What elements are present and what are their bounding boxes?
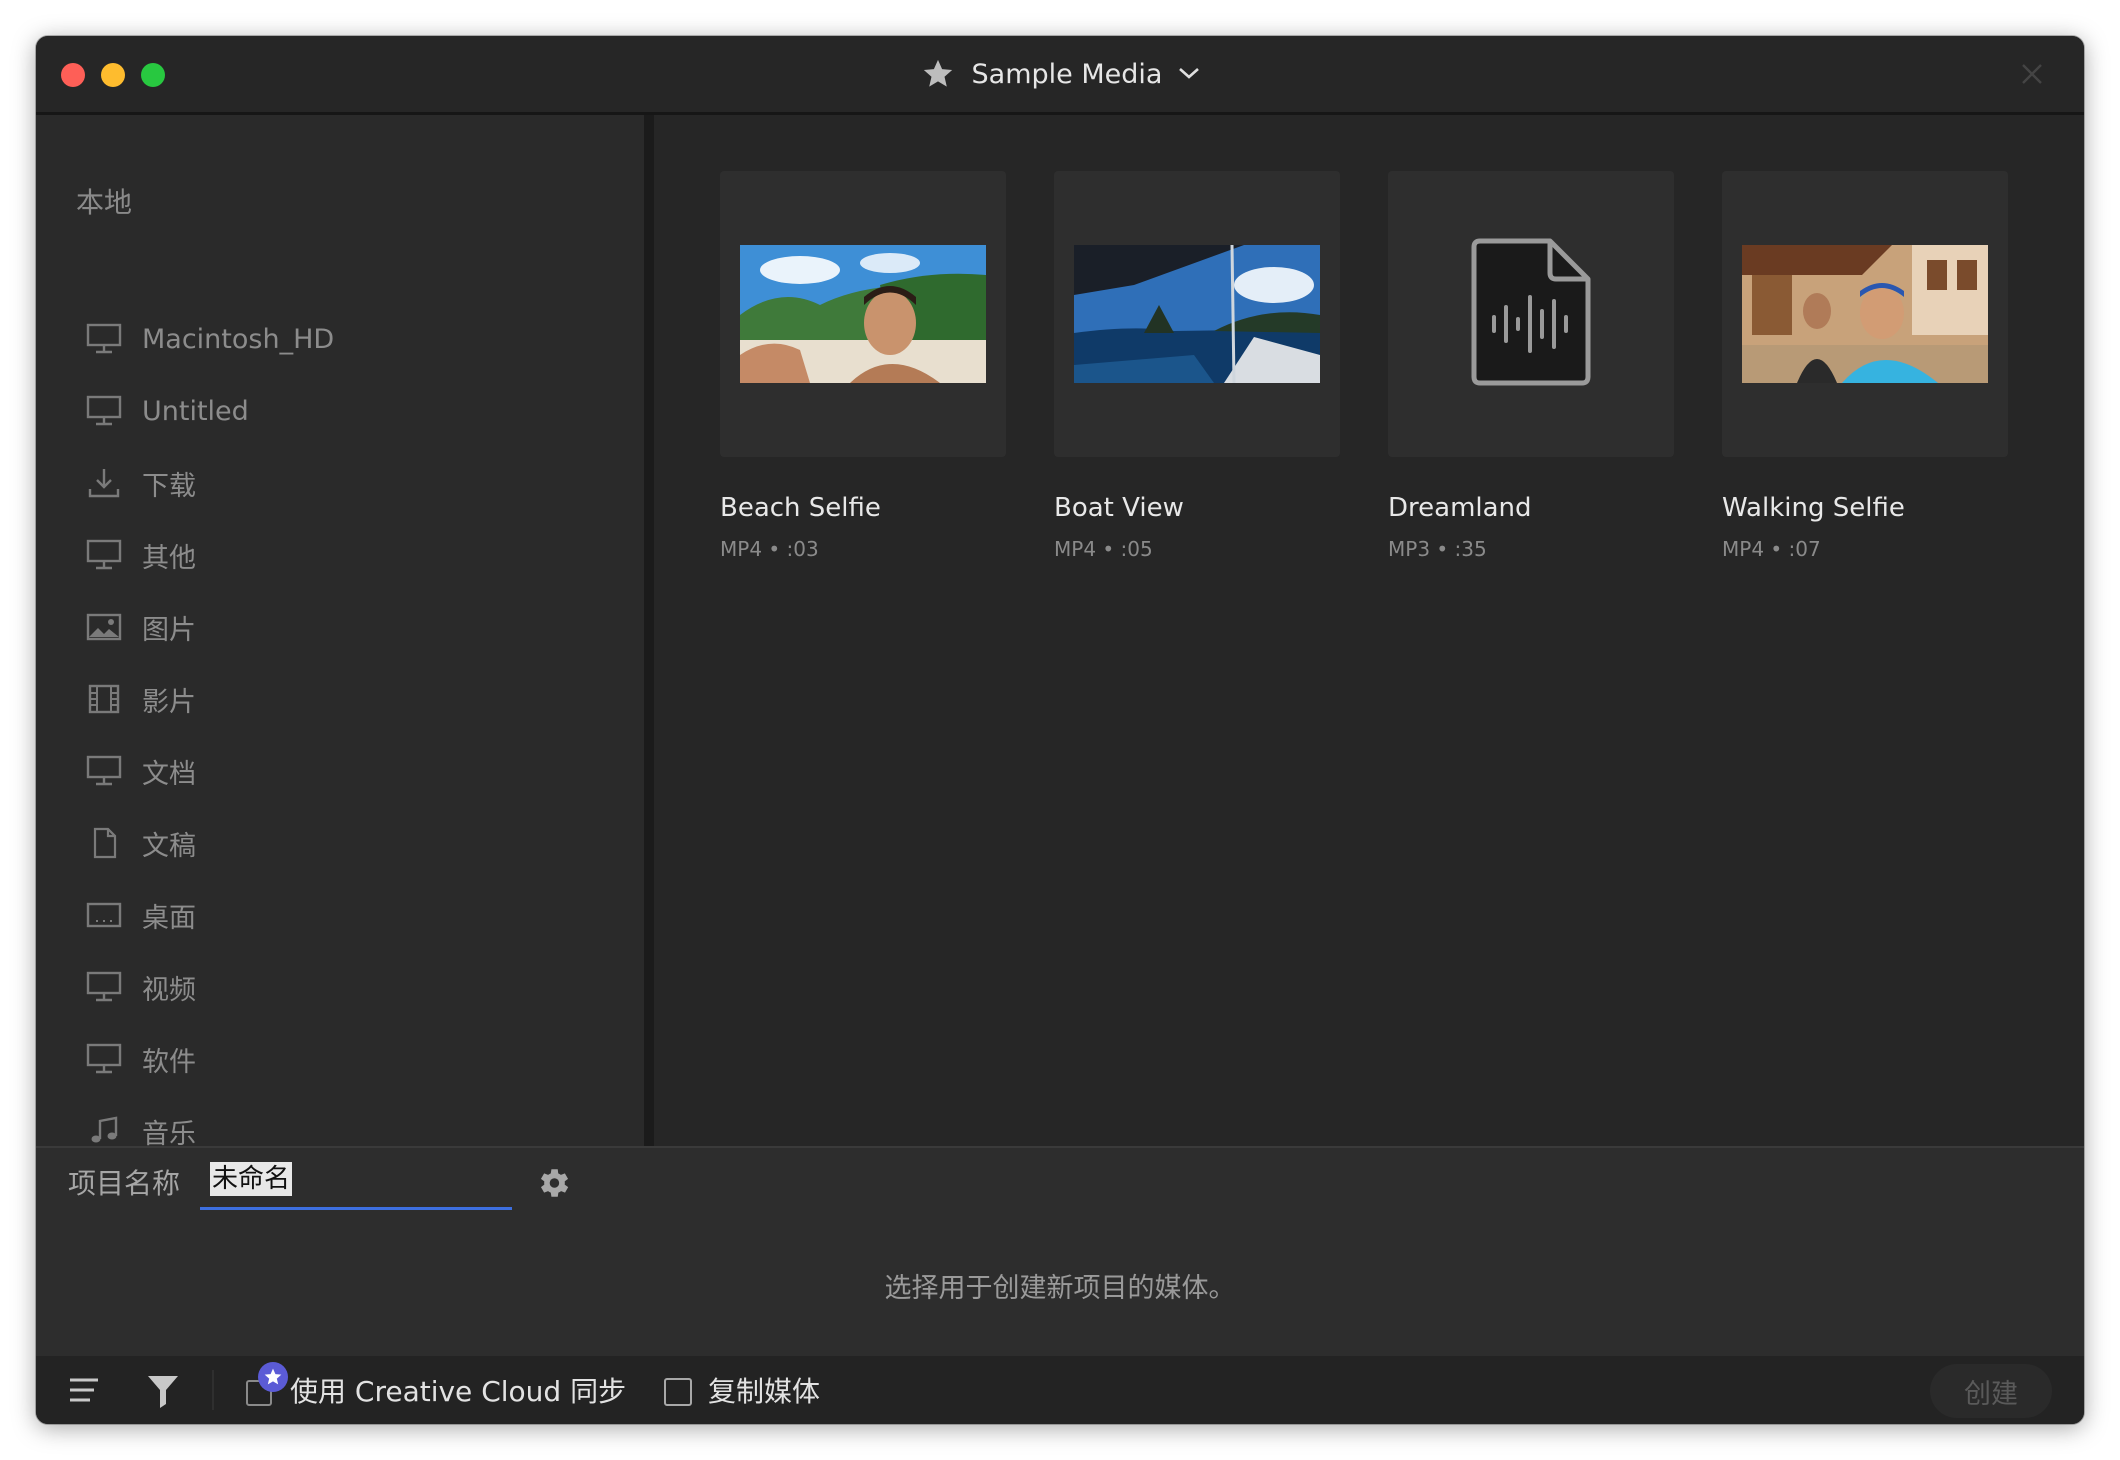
sidebar-item-label: 文档 xyxy=(142,758,196,790)
toolbar-divider xyxy=(212,1370,214,1410)
monitor-icon xyxy=(84,537,124,573)
sidebar-item-untitled[interactable]: Untitled xyxy=(36,375,644,447)
title-dropdown[interactable]: Sample Media xyxy=(36,36,2084,112)
media-title: Walking Selfie xyxy=(1722,493,1905,523)
monitor-icon xyxy=(84,393,124,429)
media-card-dreamland[interactable]: Dreamland MP3 • :35 xyxy=(1388,171,1674,561)
media-meta: MP3 • :35 xyxy=(1388,537,1487,561)
list-view-icon[interactable] xyxy=(68,1370,100,1414)
sidebar-item-label: 下载 xyxy=(142,470,196,502)
gear-icon[interactable] xyxy=(534,1164,572,1206)
media-title: Dreamland xyxy=(1388,493,1532,523)
chevron-down-icon[interactable] xyxy=(1178,65,1200,84)
sidebar-item-other[interactable]: 其他 xyxy=(36,519,644,591)
media-title: Boat View xyxy=(1054,493,1184,523)
sidebar-item-label: 软件 xyxy=(142,1046,196,1078)
document-icon xyxy=(84,825,124,861)
sidebar-item-label: Untitled xyxy=(142,395,249,427)
sidebar-item-label: 图片 xyxy=(142,614,196,646)
sidebar-item-videos[interactable]: 视频 xyxy=(36,951,644,1023)
media-title: Beach Selfie xyxy=(720,493,881,523)
sidebar-item-drafts[interactable]: 文稿 xyxy=(36,807,644,879)
sidebar-item-label: 文稿 xyxy=(142,830,196,862)
sidebar-item-software[interactable]: 软件 xyxy=(36,1023,644,1095)
cc-sync-label[interactable]: 使用 Creative Cloud 同步 xyxy=(290,1370,626,1410)
title-bar: Sample Media xyxy=(36,36,2084,115)
sidebar-item-macintosh-hd[interactable]: Macintosh_HD xyxy=(36,303,644,375)
selection-hint: 选择用于创建新项目的媒体。 xyxy=(884,1273,1236,1304)
window-title: Sample Media xyxy=(971,58,1163,90)
project-name-input[interactable]: 未命名 xyxy=(210,1162,293,1196)
sidebar-item-label: 视频 xyxy=(142,974,196,1006)
sidebar-item-desktop[interactable]: 桌面 xyxy=(36,879,644,951)
sidebar-heading: 本地 xyxy=(76,186,133,219)
download-icon xyxy=(84,465,124,501)
sidebar-list: Macintosh_HD Untitled 下载 其他 图片 影片 文档 文稿 … xyxy=(36,303,644,1167)
filter-icon[interactable] xyxy=(146,1370,180,1414)
app-window: Sample Media 本地 Macintosh_HD Untitled 下载 xyxy=(36,36,2084,1424)
image-icon xyxy=(84,609,124,645)
project-name-label: 项目名称 xyxy=(68,1167,181,1200)
sidebar: 本地 Macintosh_HD Untitled 下载 其他 图片 影片 文档 … xyxy=(36,115,644,1150)
media-thumbnail xyxy=(1388,171,1674,457)
beach-selfie-thumbnail-image xyxy=(740,245,986,383)
walking-selfie-thumbnail-image xyxy=(1742,245,1988,383)
media-meta: MP4 • :07 xyxy=(1722,537,1821,561)
monitor-icon xyxy=(84,969,124,1005)
sidebar-item-label: 音乐 xyxy=(142,1118,196,1150)
bottom-toolbar: 使用 Creative Cloud 同步 复制媒体 创建 xyxy=(36,1356,2084,1424)
media-card-beach-selfie[interactable]: Beach Selfie MP4 • :03 xyxy=(720,171,1006,561)
copy-media-checkbox[interactable] xyxy=(664,1378,692,1406)
copy-media-label[interactable]: 复制媒体 xyxy=(708,1370,820,1410)
sidebar-item-label: 其他 xyxy=(142,542,196,574)
create-button[interactable]: 创建 xyxy=(1930,1364,2052,1418)
sidebar-item-label: 影片 xyxy=(142,686,196,718)
close-icon[interactable] xyxy=(2020,62,2044,90)
media-card-walking-selfie[interactable]: Walking Selfie MP4 • :07 xyxy=(1722,171,2008,561)
media-card-boat-view[interactable]: Boat View MP4 • :05 xyxy=(1054,171,1340,561)
media-thumbnail xyxy=(1722,171,2008,457)
sidebar-item-pictures[interactable]: 图片 xyxy=(36,591,644,663)
media-thumbnail xyxy=(720,171,1006,457)
audio-file-icon xyxy=(1470,237,1592,391)
media-thumbnail xyxy=(1054,171,1340,457)
sidebar-item-documents[interactable]: 文档 xyxy=(36,735,644,807)
star-icon[interactable] xyxy=(920,57,956,91)
project-panel: 项目名称 未命名 选择用于创建新项目的媒体。 xyxy=(36,1146,2084,1358)
premium-star-badge-icon xyxy=(258,1362,288,1392)
desktop-icon xyxy=(84,897,124,933)
monitor-icon xyxy=(84,321,124,357)
media-meta: MP4 • :05 xyxy=(1054,537,1153,561)
media-meta: MP4 • :03 xyxy=(720,537,819,561)
sidebar-resize-handle[interactable] xyxy=(644,115,654,1146)
monitor-icon xyxy=(84,753,124,789)
film-icon xyxy=(84,681,124,717)
music-note-icon xyxy=(84,1113,124,1149)
sidebar-item-movies[interactable]: 影片 xyxy=(36,663,644,735)
project-name-field[interactable]: 未命名 xyxy=(200,1154,512,1210)
media-grid: Beach Selfie MP4 • :03 Boat View MP4 • : xyxy=(654,115,2084,1146)
sidebar-item-label: 桌面 xyxy=(142,902,196,934)
boat-view-thumbnail-image xyxy=(1074,245,1320,383)
sidebar-item-downloads[interactable]: 下载 xyxy=(36,447,644,519)
monitor-icon xyxy=(84,1041,124,1077)
sidebar-item-label: Macintosh_HD xyxy=(142,323,335,355)
